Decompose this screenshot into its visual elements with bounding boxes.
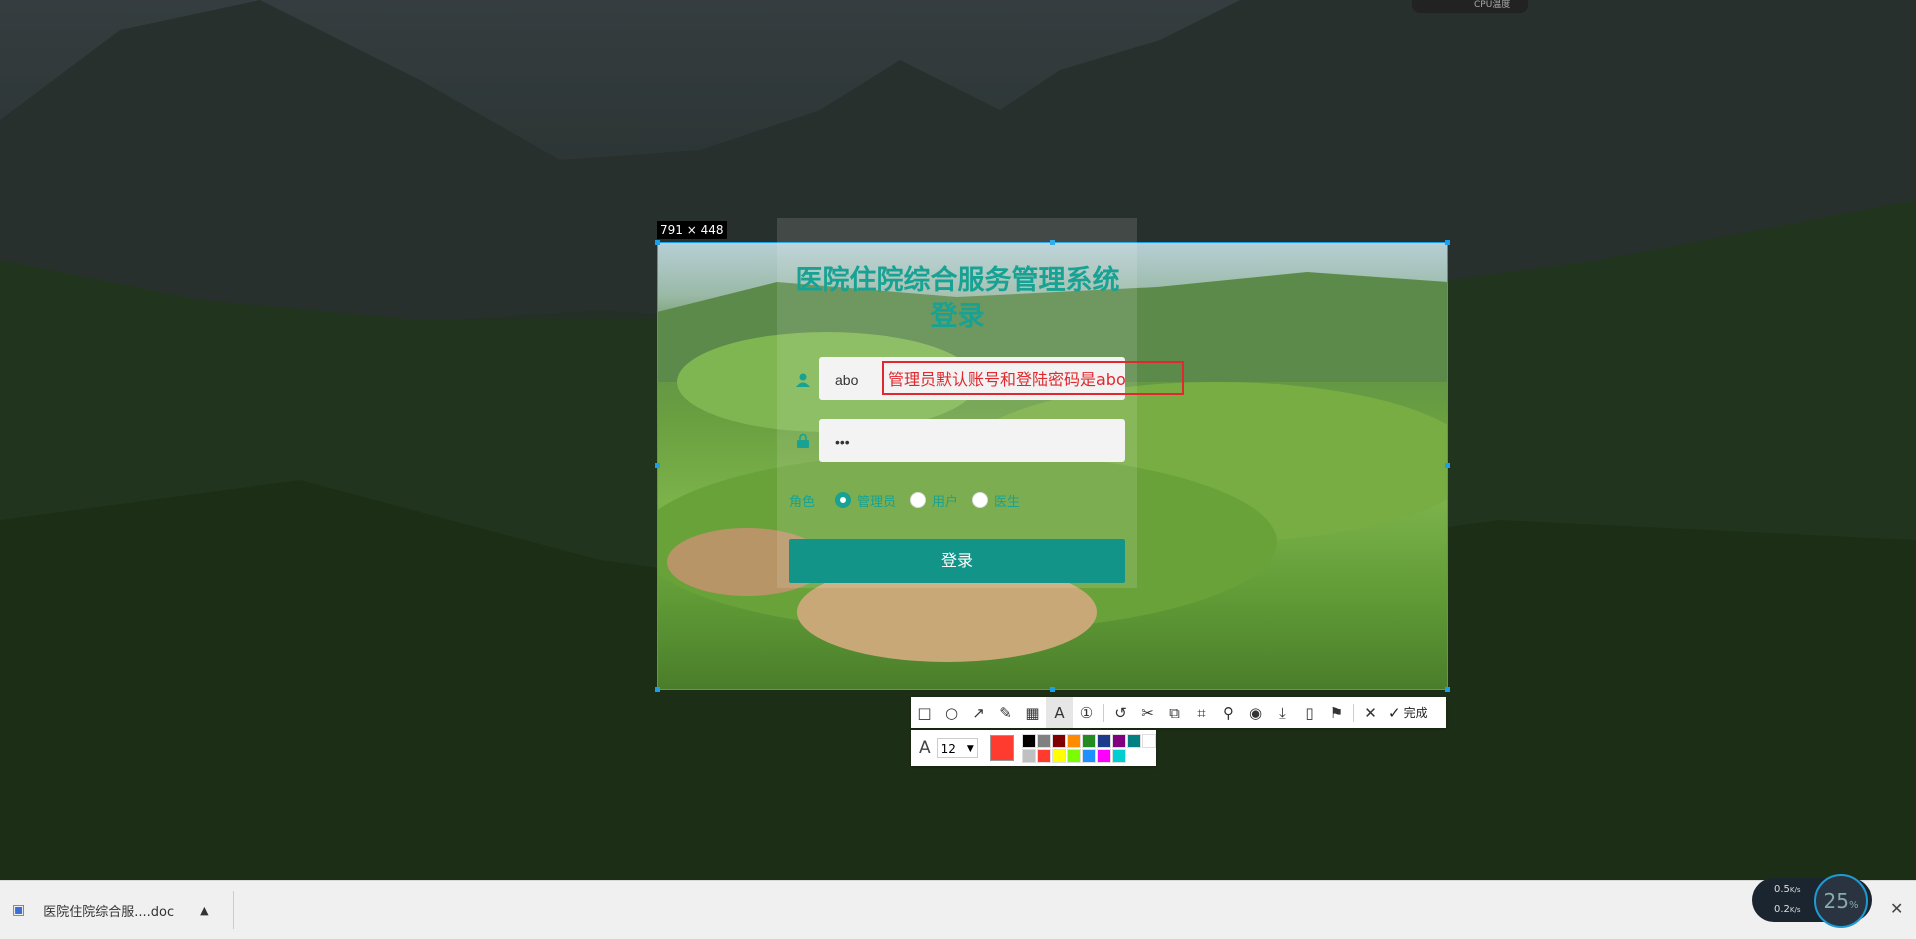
radio-doctor[interactable] (972, 492, 989, 508)
close-downloads-icon[interactable]: ✕ (1890, 899, 1903, 918)
usage-gauge: 25% (1814, 874, 1868, 928)
undo-icon[interactable]: ↺ (1107, 697, 1134, 728)
text-icon[interactable]: A (1046, 697, 1073, 728)
translate-icon[interactable]: ⧉ (1161, 697, 1188, 728)
arrow-icon[interactable]: ↗ (965, 697, 992, 728)
color-swatch[interactable] (1037, 748, 1051, 763)
done-label: 完成 (1403, 706, 1428, 720)
color-swatch[interactable] (1052, 748, 1066, 763)
color-swatch[interactable] (1067, 748, 1081, 763)
color-swatch[interactable] (1052, 733, 1066, 748)
radio-admin[interactable] (835, 492, 852, 508)
mosaic-icon[interactable]: ▦ (1019, 697, 1046, 728)
close-icon[interactable]: ✕ (1357, 697, 1384, 728)
cpu-label: CPU温度 (1474, 0, 1511, 10)
number-icon[interactable]: ① (1073, 697, 1100, 728)
login-title: 医院住院综合服务管理系统登录 (795, 265, 1120, 332)
screenshot-toolbar: □ ○ ↗ ✎ ▦ A ① ↺ ✂ ⧉ ⌗ ⚲ ◉ ⤓ ▯ ⚑ ✕ ✓ 完成 (911, 697, 1446, 728)
bookmark-icon[interactable]: ⚑ (1323, 697, 1350, 728)
crop-icon[interactable]: ✂ (1134, 697, 1161, 728)
color-palette (1022, 733, 1156, 763)
long-screenshot-icon[interactable]: ▯ (1296, 697, 1323, 728)
net-up: 0.5K/s (1774, 884, 1801, 895)
resize-handle-right[interactable] (1445, 463, 1450, 468)
pin-icon[interactable]: ⚲ (1215, 697, 1242, 728)
lock-icon (797, 433, 809, 448)
chevron-up-icon[interactable]: ▲ (200, 904, 208, 917)
color-swatch[interactable] (1022, 733, 1036, 748)
pen-icon[interactable]: ✎ (992, 697, 1019, 728)
text-annotation[interactable]: 管理员默认账号和登陆密码是abo (882, 361, 1184, 395)
resize-handle-top-right[interactable] (1445, 240, 1450, 245)
download-filename: 医院住院综合服....doc (43, 904, 175, 920)
resize-handle-top-left[interactable] (655, 240, 660, 245)
taskbar: ▣ 医院住院综合服....doc ▲ ✕ (0, 880, 1916, 939)
role-option-user[interactable]: 用户 (932, 491, 958, 510)
cpu-widget: CPU温度 (1412, 0, 1528, 13)
color-swatch[interactable] (1142, 733, 1156, 748)
font-size-select[interactable]: 12 ▼ (936, 738, 978, 758)
color-swatch[interactable] (1097, 748, 1111, 763)
resize-handle-bottom-left[interactable] (655, 687, 660, 692)
role-label: 角色 (789, 494, 816, 510)
color-swatch[interactable] (1097, 733, 1111, 748)
role-option-admin[interactable]: 管理员 (857, 491, 896, 510)
resize-handle-bottom[interactable] (1050, 687, 1055, 692)
network-speed-widget: 0.5K/s 0.2K/s 25% (1752, 874, 1872, 928)
net-down: 0.2K/s (1774, 904, 1801, 915)
document-icon: ▣ (12, 902, 26, 918)
done-button[interactable]: ✓ 完成 (1384, 704, 1432, 722)
record-icon[interactable]: ◉ (1242, 697, 1269, 728)
password-input[interactable] (819, 419, 1117, 464)
current-color[interactable] (989, 735, 1014, 761)
color-swatch[interactable] (1127, 733, 1141, 748)
download-item[interactable]: ▣ 医院住院综合服....doc ▲ (12, 881, 230, 939)
user-icon (796, 373, 810, 387)
resize-handle-left[interactable] (655, 463, 660, 468)
toolbar-divider (1353, 703, 1354, 722)
toolbar-divider (1103, 703, 1104, 722)
color-swatch[interactable] (1112, 748, 1126, 763)
font-icon: A (919, 738, 931, 758)
color-swatch[interactable] (1112, 733, 1126, 748)
color-swatch[interactable] (1037, 733, 1051, 748)
taskbar-divider (233, 891, 234, 929)
download-icon[interactable]: ⤓ (1269, 697, 1296, 728)
password-field[interactable] (819, 419, 1125, 464)
color-swatch[interactable] (1082, 748, 1096, 763)
check-icon: ✓ (1388, 703, 1401, 722)
ocr-icon[interactable]: ⌗ (1188, 697, 1215, 728)
text-style-toolbar: A 12 ▼ (911, 730, 1156, 766)
rectangle-icon[interactable]: □ (911, 697, 938, 728)
role-option-doctor[interactable]: 医生 (994, 491, 1020, 510)
ellipse-icon[interactable]: ○ (938, 697, 965, 728)
selection-size-label: 791 × 448 (657, 221, 727, 239)
color-swatch[interactable] (1022, 748, 1036, 763)
login-button[interactable]: 登录 (789, 539, 1125, 583)
resize-handle-bottom-right[interactable] (1445, 687, 1450, 692)
chevron-down-icon: ▼ (966, 744, 974, 754)
font-size-value: 12 (940, 742, 956, 756)
role-selector: 角色 管理员 用户 医生 (789, 489, 1020, 511)
color-swatch[interactable] (1067, 733, 1081, 748)
color-swatch[interactable] (1082, 733, 1096, 748)
radio-user[interactable] (910, 492, 927, 508)
